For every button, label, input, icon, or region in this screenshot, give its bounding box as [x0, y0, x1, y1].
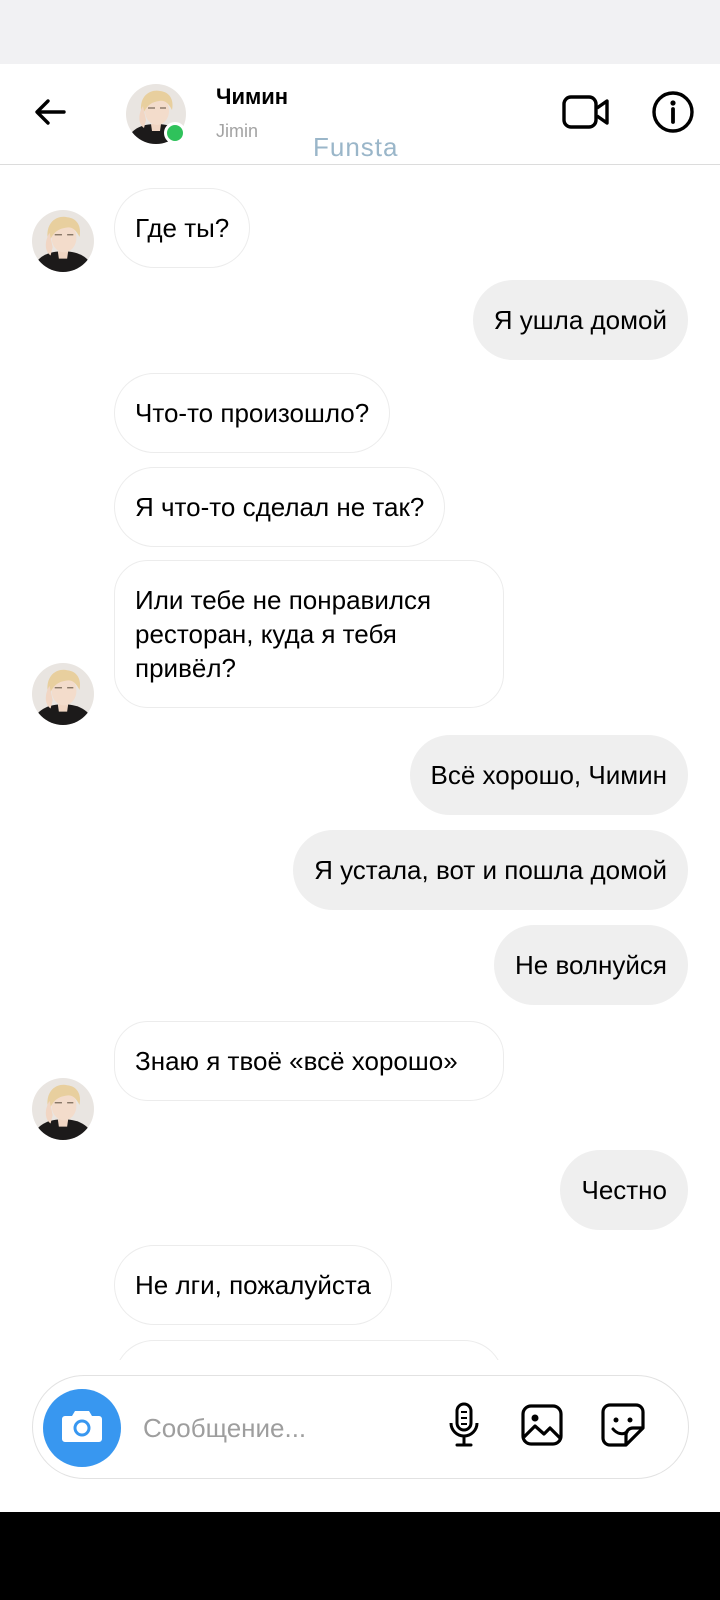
message-bubble-outgoing[interactable]: Я устала, вот и пошла домой [293, 830, 688, 910]
contact-name[interactable]: Чимин [216, 84, 288, 110]
conversation-info-button[interactable] [645, 86, 701, 142]
message-bubble-incoming[interactable]: Не лги, пожалуйста [114, 1245, 392, 1325]
sender-avatar[interactable] [32, 663, 94, 725]
video-call-button[interactable] [558, 86, 614, 142]
message-input[interactable] [143, 1406, 413, 1450]
sender-avatar[interactable] [32, 210, 94, 272]
message-bubble-outgoing[interactable]: Честно [560, 1150, 688, 1230]
message-composer [32, 1375, 689, 1479]
sender-avatar[interactable] [32, 1078, 94, 1140]
message-bubble-incoming[interactable]: Где ты? [114, 188, 251, 268]
message-bubble-incoming[interactable]: Знаю я твоё «всё хорошо» [114, 1021, 504, 1101]
message-thread[interactable]: Где ты? Я ушла домой Что-то произошло? Я… [0, 165, 720, 1360]
chat-header: Чимин Jimin Funsta [0, 64, 720, 165]
camera-button[interactable] [43, 1389, 121, 1467]
back-button[interactable] [24, 88, 76, 140]
watermark-text: Funsta [313, 132, 399, 162]
contact-username: Jimin [216, 121, 259, 141]
message-bubble-outgoing[interactable]: Всё хорошо, Чимин [409, 735, 688, 815]
sticker-button[interactable] [598, 1402, 648, 1452]
online-status-indicator [164, 122, 186, 144]
message-bubble-incoming[interactable]: Или тебе не понравился ресторан, куда я … [114, 560, 504, 708]
video-camera-icon [561, 92, 611, 137]
camera-icon [60, 1408, 104, 1449]
microphone-icon [446, 1401, 482, 1454]
info-icon [650, 89, 696, 140]
image-icon [520, 1403, 564, 1452]
arrow-left-icon [30, 92, 70, 137]
system-navigation-bar [0, 1512, 720, 1600]
message-bubble-incoming[interactable]: Я что-то сделал не так? [114, 467, 446, 547]
message-bubble-outgoing[interactable]: Не волнуйся [493, 925, 688, 1005]
status-bar [0, 0, 720, 64]
gallery-button[interactable] [517, 1402, 567, 1452]
voice-message-button[interactable] [439, 1402, 489, 1452]
message-bubble-outgoing[interactable]: Я ушла домой [472, 280, 688, 360]
message-bubble-incoming[interactable] [114, 1340, 504, 1360]
message-bubble-incoming[interactable]: Что-то произошло? [114, 373, 391, 453]
sticker-icon [600, 1402, 646, 1453]
